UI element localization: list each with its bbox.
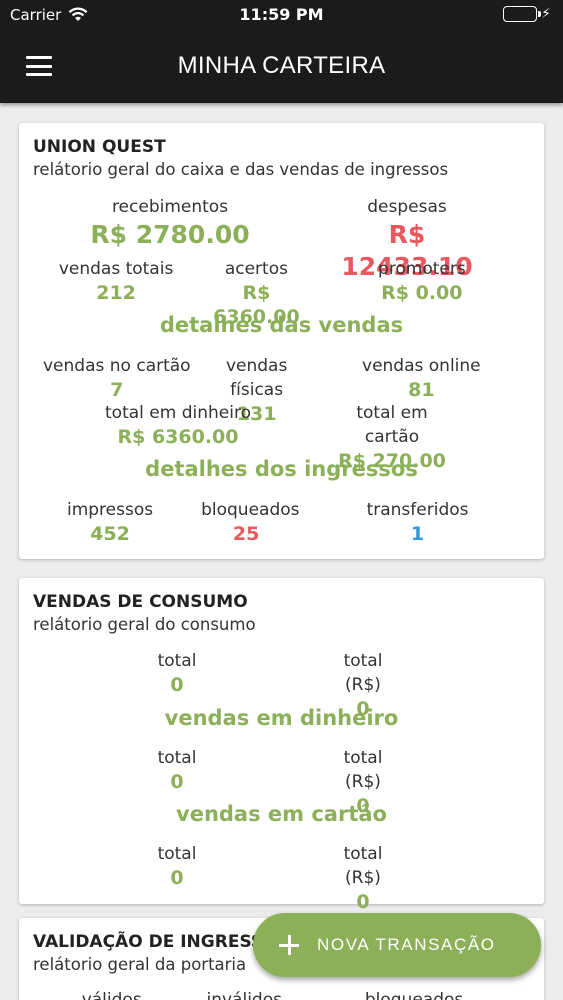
total-rs-value: 0 bbox=[356, 891, 370, 913]
bloqueados-label: bloqueados bbox=[364, 990, 464, 1000]
recebimentos-value: R$ 2780.00 bbox=[90, 220, 250, 249]
card-subtitle: relátorio geral da portaria bbox=[33, 955, 247, 974]
bloqueados-stat: bloqueados 25 bbox=[201, 498, 300, 546]
impressos-stat: impressos 452 bbox=[19, 498, 201, 546]
vendas-cartao-heading: vendas em cartão bbox=[176, 802, 387, 826]
card-title: VALIDAÇÃO DE INGRESSOS bbox=[33, 932, 290, 952]
total-rs-stat: total (R$) 0 bbox=[335, 842, 391, 914]
invalidos-label: inválidos bbox=[206, 990, 282, 1000]
battery-icon: ⚡ bbox=[503, 6, 551, 22]
impressos-value: 452 bbox=[90, 523, 130, 545]
total-rs-label: total (R$) bbox=[343, 651, 383, 695]
total-stat: total 0 bbox=[19, 842, 335, 914]
detalhes-vendas-heading: detalhes das vendas bbox=[159, 313, 404, 337]
vendas-totais-label: vendas totais bbox=[58, 259, 174, 279]
validos-label: válidos bbox=[81, 990, 142, 1000]
new-transaction-label: NOVA TRANSAÇÃO bbox=[317, 935, 496, 954]
vendas-totais-value: 212 bbox=[96, 282, 136, 304]
total-value: 0 bbox=[170, 867, 184, 889]
total-cartao-label: total em cartão bbox=[356, 403, 428, 447]
plus-icon bbox=[279, 935, 299, 955]
vendas-cartao-value: 7 bbox=[110, 379, 124, 401]
vendas-fisicas-label: vendas físicas bbox=[225, 356, 288, 400]
transferidos-value: 1 bbox=[410, 523, 425, 545]
validation-columns-row: válidos inválidos bloqueados bbox=[19, 988, 544, 1000]
app-bar: MINHA CARTEIRA bbox=[0, 30, 563, 103]
promoters-value: R$ 0.00 bbox=[381, 282, 463, 304]
card-subtitle: relátorio geral do caixa e das vendas de… bbox=[33, 160, 449, 179]
vendas-online-label: vendas online bbox=[362, 356, 481, 376]
total-label: total bbox=[157, 748, 197, 768]
card-subtitle: relátorio geral do consumo bbox=[33, 615, 256, 634]
vendas-cartao-label: vendas no cartão bbox=[43, 356, 191, 376]
total-rs-label: total (R$) bbox=[343, 844, 383, 888]
tickets-row: impressos 452 bloqueados 25 transferidos… bbox=[19, 498, 544, 546]
total-value: 0 bbox=[170, 771, 184, 793]
total-label: total bbox=[157, 844, 197, 864]
impressos-label: impressos bbox=[66, 500, 154, 520]
total-rs-label: total (R$) bbox=[343, 748, 383, 792]
promoters-label: promoters bbox=[377, 259, 466, 279]
despesas-label: despesas bbox=[367, 197, 447, 217]
event-summary-card: UNION QUEST relátorio geral do caixa e d… bbox=[19, 123, 544, 559]
card-title: VENDAS DE CONSUMO bbox=[33, 592, 248, 612]
bloqueados-value: 25 bbox=[232, 523, 260, 545]
consumo-cartao-row: total 0 total (R$) 0 bbox=[19, 842, 544, 914]
total-value: 0 bbox=[170, 674, 184, 696]
transferidos-label: transferidos bbox=[366, 500, 469, 520]
clock: 11:59 PM bbox=[239, 5, 324, 24]
recebimentos-label: recebimentos bbox=[111, 197, 229, 217]
detalhes-ingressos-heading: detalhes dos ingressos bbox=[145, 457, 418, 481]
consumption-card: VENDAS DE CONSUMO relátorio geral do con… bbox=[19, 578, 544, 913]
total-dinheiro-value: R$ 6360.00 bbox=[117, 426, 239, 448]
vendas-online-value: 81 bbox=[408, 379, 435, 401]
bloqueados-label: bloqueados bbox=[201, 500, 300, 520]
card-title: UNION QUEST bbox=[33, 137, 166, 157]
page-title: MINHA CARTEIRA bbox=[177, 52, 386, 79]
total-label: total bbox=[157, 651, 197, 671]
status-bar: Carrier 11:59 PM ⚡ bbox=[0, 0, 563, 30]
total-dinheiro-label: total em dinheiro bbox=[105, 403, 251, 423]
acertos-label: acertos bbox=[224, 259, 288, 279]
transferidos-stat: transferidos 1 bbox=[291, 498, 544, 546]
charging-bolt-icon: ⚡ bbox=[541, 6, 551, 22]
new-transaction-button[interactable]: NOVA TRANSAÇÃO bbox=[253, 913, 541, 977]
vendas-dinheiro-heading: vendas em dinheiro bbox=[164, 706, 399, 730]
